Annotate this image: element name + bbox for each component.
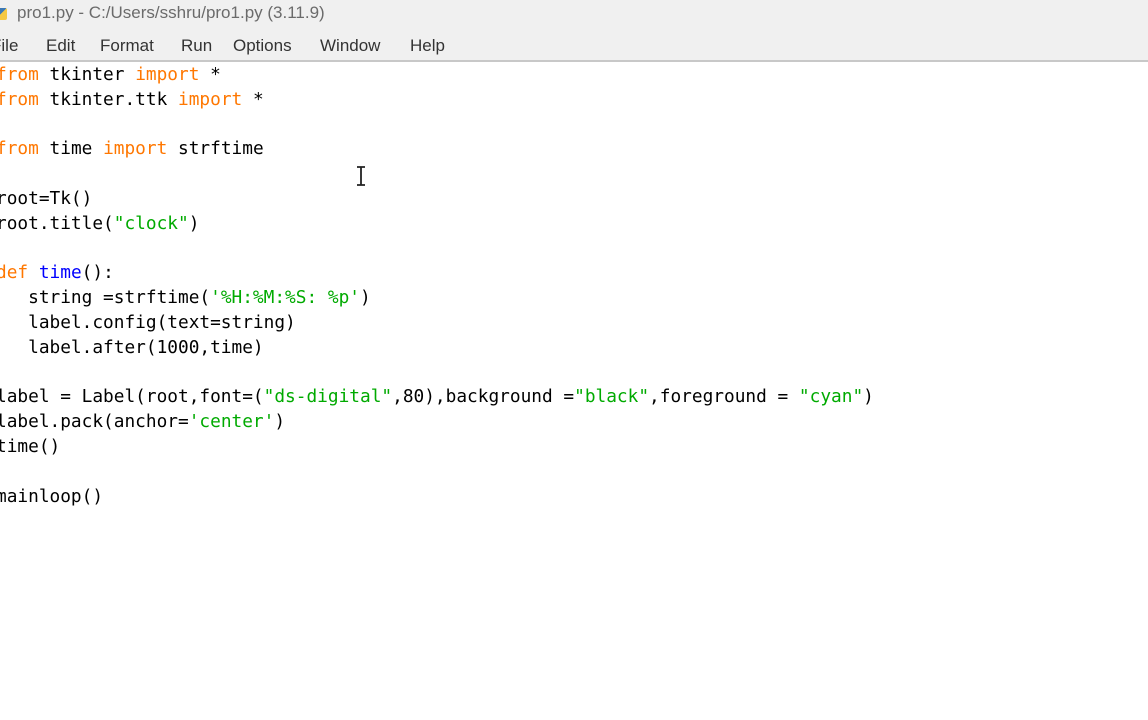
code-line[interactable]: root=Tk()	[0, 186, 92, 211]
code-line[interactable]: string =strftime('%H:%M:%S: %p')	[0, 285, 371, 310]
string-token: "clock"	[113, 212, 189, 234]
plain-token: root=Tk()	[0, 188, 93, 209]
code-line[interactable]: from time import strftime	[0, 136, 264, 161]
keyword-token: import	[178, 88, 243, 110]
plain-token: ,foreground =	[649, 386, 799, 408]
plain-token: label = Label(root,font=(	[0, 386, 264, 408]
plain-token: time	[38, 138, 104, 160]
plain-token: label.pack(anchor=	[0, 411, 189, 433]
plain-token: tkinter.ttk	[38, 88, 178, 110]
def-token: time	[38, 262, 82, 284]
code-text-area[interactable]: from tkinter import * from tkinter.ttk im…	[0, 62, 1148, 720]
code-line[interactable]: mainloop()	[0, 484, 103, 509]
plain-token: time()	[0, 436, 61, 457]
string-token: "black"	[574, 386, 650, 408]
code-line[interactable]: root.title("clock")	[0, 211, 199, 236]
keyword-token: from	[0, 88, 39, 110]
code-line[interactable]: from tkinter.ttk import *	[0, 87, 264, 112]
plain-token: label.config(text=string)	[0, 312, 296, 333]
plain-token: *	[242, 88, 264, 110]
menu-window[interactable]: Window	[320, 36, 380, 56]
menu-help[interactable]: Help	[410, 36, 445, 56]
code-line[interactable]: label = Label(root,font=("ds-digital",80…	[0, 384, 874, 409]
menu-edit[interactable]: Edit	[46, 36, 75, 56]
plain-token: label.after(1000,time)	[0, 336, 264, 358]
idle-editor-window: pro1.py - C:/Users/sshru/pro1.py (3.11.9…	[0, 0, 1148, 720]
menu-run[interactable]: Run	[181, 36, 212, 56]
code-line[interactable]: label.pack(anchor='center')	[0, 409, 285, 434]
plain-token: )	[274, 411, 286, 433]
plain-token: )	[188, 212, 200, 234]
title-bar[interactable]: pro1.py - C:/Users/sshru/pro1.py (3.11.9…	[0, 0, 1148, 30]
code-line[interactable]: label.after(1000,time)	[0, 335, 264, 360]
window-title: pro1.py - C:/Users/sshru/pro1.py (3.11.9…	[17, 3, 325, 22]
string-token: '%H:%M:%S: %p'	[210, 287, 360, 309]
keyword-token: def	[0, 262, 29, 284]
code-editor[interactable]: from tkinter import * from tkinter.ttk im…	[0, 62, 1148, 720]
plain-token: )	[863, 386, 874, 408]
menu-options[interactable]: Options	[233, 36, 292, 56]
plain-token: root.title(	[0, 212, 114, 234]
string-token: "cyan"	[798, 386, 864, 408]
code-line[interactable]: from tkinter import *	[0, 62, 221, 87]
keyword-token: import	[103, 138, 168, 160]
code-line[interactable]: time()	[0, 434, 60, 459]
string-token: 'center'	[188, 411, 275, 433]
plain-token: mainloop()	[0, 485, 104, 507]
text-cursor-icon	[357, 166, 365, 186]
menu-format[interactable]: Format	[100, 36, 154, 56]
keyword-token: import	[135, 64, 200, 85]
menu-file[interactable]: File	[0, 36, 18, 56]
plain-token: strftime	[167, 138, 264, 160]
keyword-token: from	[0, 64, 39, 85]
plain-token: *	[199, 64, 221, 85]
keyword-token: from	[0, 138, 39, 160]
menu-bar: File Edit Format Run Options Window Help	[0, 30, 1148, 62]
plain-token: ,80),background =	[392, 386, 575, 408]
plain-token: string =strftime(	[0, 287, 211, 309]
plain-token: ():	[81, 262, 114, 284]
python-idle-icon	[0, 8, 7, 20]
plain-token: )	[359, 287, 371, 309]
plain-token: tkinter	[38, 64, 136, 85]
code-line[interactable]: def time():	[0, 260, 114, 285]
code-line[interactable]: label.config(text=string)	[0, 310, 296, 335]
string-token: "ds-digital"	[263, 386, 393, 408]
